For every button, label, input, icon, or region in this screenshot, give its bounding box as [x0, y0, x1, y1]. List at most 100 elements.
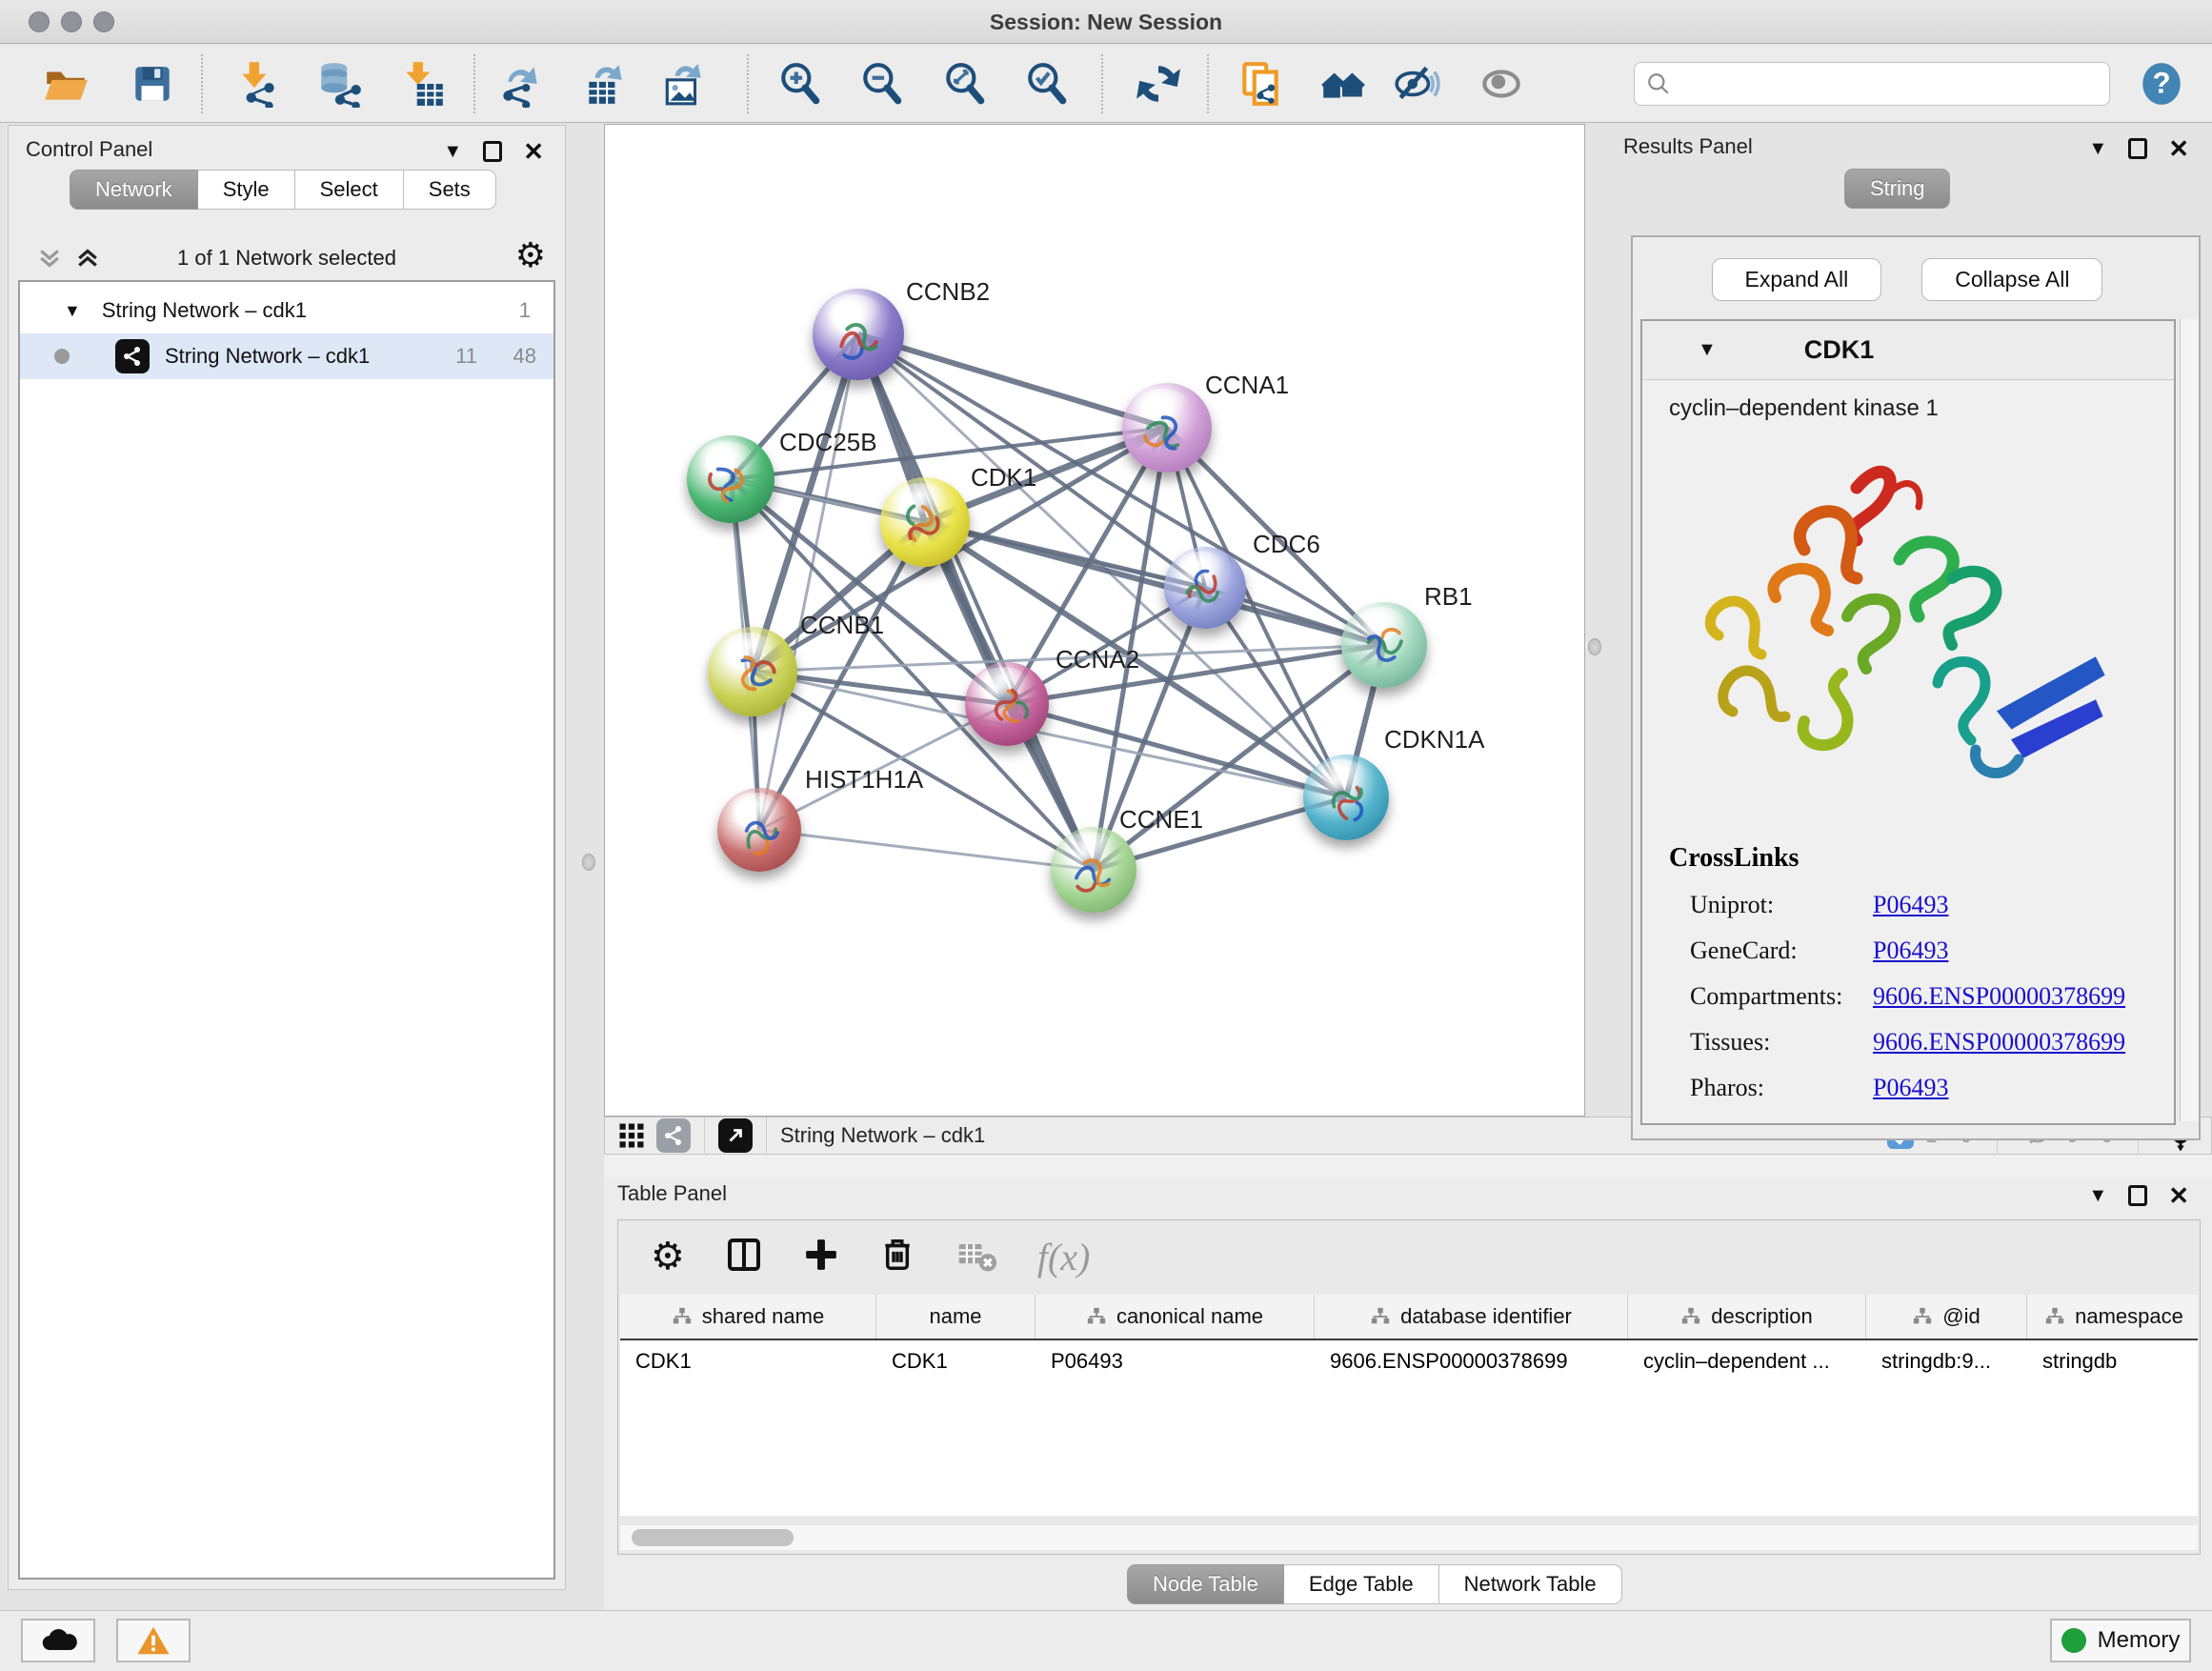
table-panel-splitter[interactable]: [604, 1155, 2212, 1178]
tab-network-table[interactable]: Network Table: [1439, 1564, 1622, 1604]
import-network-icon[interactable]: [231, 58, 283, 110]
export-network-icon[interactable]: [494, 58, 546, 110]
crosslink-link[interactable]: P06493: [1873, 1074, 1948, 1101]
network-edge[interactable]: [759, 334, 858, 830]
network-node-CCNB1[interactable]: [708, 627, 797, 716]
status-bar: Memory: [0, 1610, 2212, 1671]
network-row[interactable]: String Network – cdk1 11 48: [20, 333, 553, 379]
column-header-description[interactable]: description: [1628, 1295, 1866, 1339]
search-input[interactable]: [1679, 71, 2109, 96]
network-node-CCNA2[interactable]: [965, 662, 1049, 746]
grid-view-icon[interactable]: [614, 1118, 649, 1153]
collapse-all-button[interactable]: Collapse All: [1921, 258, 2102, 301]
network-edge[interactable]: [759, 830, 1094, 870]
cloud-status-button[interactable]: [21, 1619, 95, 1662]
crosslink-link[interactable]: P06493: [1873, 936, 1948, 964]
crosslink-link[interactable]: 9606.ENSP00000378699: [1873, 1028, 2125, 1056]
column-header-name[interactable]: name: [876, 1295, 1036, 1339]
column-header-canonical-name[interactable]: canonical name: [1036, 1295, 1315, 1339]
network-node-CDK1[interactable]: [880, 477, 970, 567]
float-panel-icon[interactable]: ▼: [2088, 1186, 2107, 1205]
hide-unhide-icon[interactable]: [1391, 58, 1442, 110]
network-node-CDC25B[interactable]: [687, 435, 774, 523]
tab-network[interactable]: Network: [70, 170, 198, 210]
tab-select[interactable]: Select: [295, 170, 404, 210]
tab-sets[interactable]: Sets: [404, 170, 496, 210]
table-options-gear-icon[interactable]: ⚙: [651, 1238, 685, 1276]
import-network-from-database-icon[interactable]: [314, 58, 366, 110]
network-selection-row: 1 of 1 Network selected ⚙: [9, 238, 565, 282]
warnings-button[interactable]: [116, 1619, 191, 1662]
table-row[interactable]: CDK1CDK1P064939606.ENSP00000378699cyclin…: [620, 1340, 2198, 1382]
network-view-canvas[interactable]: CCNB2CCNA1CDC25BCDK1CDC6RB1CCNB1CCNA2CDK…: [604, 124, 1585, 1117]
network-node-CDKN1A[interactable]: [1303, 755, 1389, 840]
control-panel-window-controls: ▼ ✕: [443, 139, 544, 164]
maximize-panel-icon[interactable]: [483, 141, 502, 162]
copy-network-icon[interactable]: [1235, 58, 1286, 110]
tab-style[interactable]: Style: [198, 170, 295, 210]
close-panel-icon[interactable]: ✕: [2168, 1183, 2189, 1208]
close-panel-icon[interactable]: ✕: [523, 139, 544, 164]
results-panel: Results Panel ▼ ✕ String Expand All Coll…: [1610, 125, 2212, 1155]
zoom-selected-icon[interactable]: [1021, 58, 1073, 110]
network-edge[interactable]: [858, 334, 1167, 428]
network-node-CCNE1[interactable]: [1051, 827, 1136, 913]
delete-column-trash-icon[interactable]: [879, 1237, 915, 1278]
right-splitter-handle[interactable]: [1588, 638, 1601, 655]
table-cell: P06493: [1036, 1340, 1315, 1382]
scrollbar-thumb[interactable]: [632, 1529, 794, 1546]
memory-button[interactable]: Memory: [2050, 1619, 2191, 1662]
zoom-out-icon[interactable]: [856, 58, 908, 110]
column-header-database-identifier[interactable]: database identifier: [1315, 1295, 1628, 1339]
table-horizontal-scrollbar[interactable]: [620, 1525, 2198, 1550]
show-columns-icon[interactable]: [725, 1236, 763, 1278]
refresh-icon[interactable]: [1133, 58, 1184, 110]
results-scrollbar[interactable]: [2180, 319, 2199, 1121]
column-header-namespace[interactable]: namespace: [2027, 1295, 2198, 1339]
show-eye-icon[interactable]: [1476, 58, 1527, 110]
crosslink-link[interactable]: 9606.ENSP00000378699: [1873, 982, 2125, 1010]
network-node-CDC6[interactable]: [1164, 547, 1246, 629]
crosslink-link[interactable]: P06493: [1873, 891, 1948, 918]
zoom-in-icon[interactable]: [774, 58, 826, 110]
export-table-icon[interactable]: [579, 58, 631, 110]
network-collection-row[interactable]: ▼ String Network – cdk1 1: [20, 288, 553, 333]
column-header-shared-name[interactable]: shared name: [620, 1295, 876, 1339]
network-node-RB1[interactable]: [1341, 602, 1427, 688]
left-splitter-handle[interactable]: [582, 854, 595, 871]
add-column-icon[interactable]: [803, 1237, 839, 1278]
maximize-panel-icon[interactable]: [2128, 138, 2147, 159]
table-cell: CDK1: [620, 1340, 876, 1382]
results-tab-string[interactable]: String: [1844, 169, 1950, 209]
save-session-icon[interactable]: [127, 58, 178, 110]
column-header-@id[interactable]: @id: [1866, 1295, 2027, 1339]
help-icon[interactable]: ?: [2136, 58, 2187, 110]
current-network-title: String Network – cdk1: [780, 1123, 985, 1148]
open-file-icon[interactable]: [40, 58, 91, 110]
import-table-icon[interactable]: [397, 58, 449, 110]
table-cell: 9606.ENSP00000378699: [1315, 1340, 1628, 1382]
export-image-icon[interactable]: [657, 58, 709, 110]
close-panel-icon[interactable]: ✕: [2168, 136, 2189, 161]
expand-all-button[interactable]: Expand All: [1712, 258, 1882, 301]
network-node-HIST1H1A[interactable]: [717, 788, 801, 872]
crosslink-label: Tissues:: [1690, 1028, 1873, 1057]
protein-card-header[interactable]: ▼ CDK1: [1642, 321, 2174, 380]
float-panel-icon[interactable]: ▼: [443, 142, 462, 161]
search-box[interactable]: [1634, 62, 2110, 106]
tab-node-table[interactable]: Node Table: [1127, 1564, 1284, 1604]
crosslink-row: Compartments:9606.ENSP00000378699: [1669, 982, 2125, 1011]
maximize-panel-icon[interactable]: [2128, 1185, 2147, 1206]
float-panel-icon[interactable]: ▼: [2088, 139, 2107, 158]
column-type-network-icon: [1912, 1306, 1933, 1327]
network-node-CCNA1[interactable]: [1122, 383, 1212, 473]
tab-edge-table[interactable]: Edge Table: [1284, 1564, 1439, 1604]
network-node-CCNB2[interactable]: [813, 289, 904, 380]
network-view-icon[interactable]: [656, 1118, 691, 1153]
zoom-fit-icon[interactable]: [939, 58, 991, 110]
network-options-gear-icon[interactable]: ⚙: [515, 238, 546, 272]
open-in-new-window-icon[interactable]: [718, 1118, 753, 1153]
home-networks-icon[interactable]: [1317, 58, 1369, 110]
collapse-section-icon[interactable]: ▼: [1698, 339, 1717, 361]
tree-expand-icon[interactable]: ▼: [64, 301, 81, 321]
